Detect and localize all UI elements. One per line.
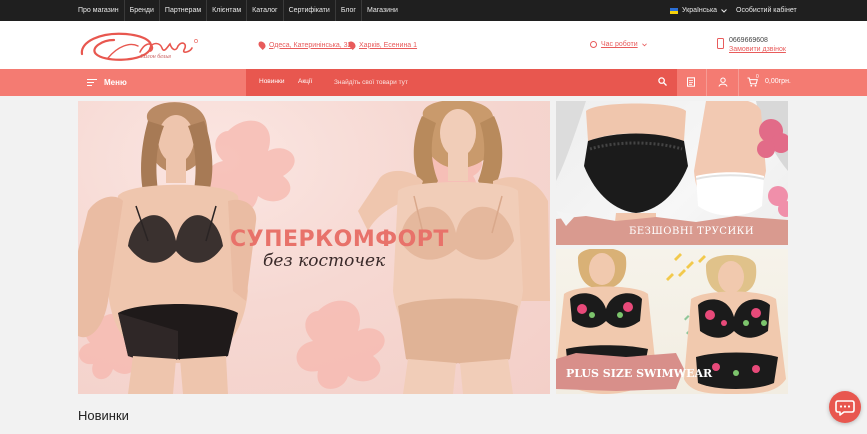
search-area: Новинки Акції [246, 69, 677, 96]
callback-link[interactable]: Замовити дзвінок [729, 46, 786, 53]
working-hours-label: Час роботи [601, 41, 638, 48]
seamless-panties-banner[interactable]: БЕЗШОВНІ ТРУСИКИ [556, 101, 788, 245]
plus-size-swimwear-banner[interactable]: PLUS SIZE SWIMWEAR [556, 249, 788, 394]
navbar-divider [706, 69, 707, 96]
logo-subtitle: Салон белья [140, 54, 171, 60]
seamless-panties-illustration [556, 101, 788, 245]
hero-subtitle: без косточек [263, 251, 386, 271]
chat-icon [835, 400, 855, 416]
top-nav-certificates[interactable]: Сертифікати [284, 0, 336, 21]
nav-link-sale[interactable]: Акції [298, 78, 312, 85]
seamless-panties-caption: БЕЗШОВНІ ТРУСИКИ [629, 226, 755, 237]
address-kharkiv-text: Харків, Есенина 1 [359, 41, 418, 49]
hero-title: СУПЕРКОМФОРТ [230, 227, 449, 252]
top-nav-catalog[interactable]: Каталог [247, 0, 284, 21]
top-nav: Про магазин Бренди Партнерам Клієнтам Ка… [73, 0, 403, 21]
language-label: Українська [682, 7, 718, 14]
address-odesa-link[interactable]: Одеса, Катеринінська, 32 [257, 40, 352, 50]
clock-icon [590, 41, 597, 48]
search-icon[interactable] [658, 77, 667, 86]
user-icon[interactable] [718, 77, 728, 87]
working-hours-dropdown[interactable]: Час роботи [590, 41, 647, 48]
plus-size-swimwear-caption: PLUS SIZE SWIMWEAR [566, 367, 713, 380]
address-odesa-text: Одеса, Катеринінська, 32 [269, 41, 352, 49]
chevron-down-icon [721, 8, 727, 13]
phone-icon [717, 38, 724, 49]
account-link[interactable]: Особистий кабінет [736, 0, 797, 21]
top-nav-stores[interactable]: Магазини [362, 0, 403, 21]
map-pin-icon [347, 40, 357, 50]
header: Салон белья Одеса, Катеринінська, 32 Хар… [0, 21, 867, 69]
top-nav-about[interactable]: Про магазин [73, 0, 125, 21]
cart-count-badge: 0 [756, 74, 759, 80]
navbar-divider [738, 69, 739, 96]
ukraine-flag-icon [670, 7, 678, 14]
top-nav-clients[interactable]: Клієнтам [207, 0, 248, 21]
compare-list-icon[interactable] [686, 77, 696, 87]
language-selector[interactable]: Українська [670, 0, 727, 21]
main-navbar: Меню Новинки Акції 0 0,00грн. [0, 69, 867, 96]
nav-link-new[interactable]: Новинки [259, 78, 284, 85]
cart-total[interactable]: 0,00грн. [765, 78, 791, 85]
chat-button[interactable] [829, 391, 861, 423]
chevron-down-icon [641, 42, 647, 46]
top-bar: Про магазин Бренди Партнерам Клієнтам Ка… [0, 0, 867, 21]
top-nav-blog[interactable]: Блог [336, 0, 362, 21]
top-nav-brands[interactable]: Бренди [125, 0, 160, 21]
address-kharkiv-link[interactable]: Харків, Есенина 1 [347, 40, 418, 50]
hero-banner[interactable]: СУПЕРКОМФОРТ без косточек [78, 101, 550, 394]
new-arrivals-title: Новинки [78, 408, 129, 423]
hamburger-icon [87, 79, 97, 86]
top-nav-partners[interactable]: Партнерам [160, 0, 208, 21]
phone-number[interactable]: 0669669608 [729, 37, 768, 44]
search-input[interactable] [334, 74, 644, 91]
map-pin-icon [257, 40, 267, 50]
menu-button[interactable]: Меню [78, 69, 246, 96]
odri-logo[interactable] [78, 28, 200, 66]
menu-label: Меню [104, 78, 127, 87]
